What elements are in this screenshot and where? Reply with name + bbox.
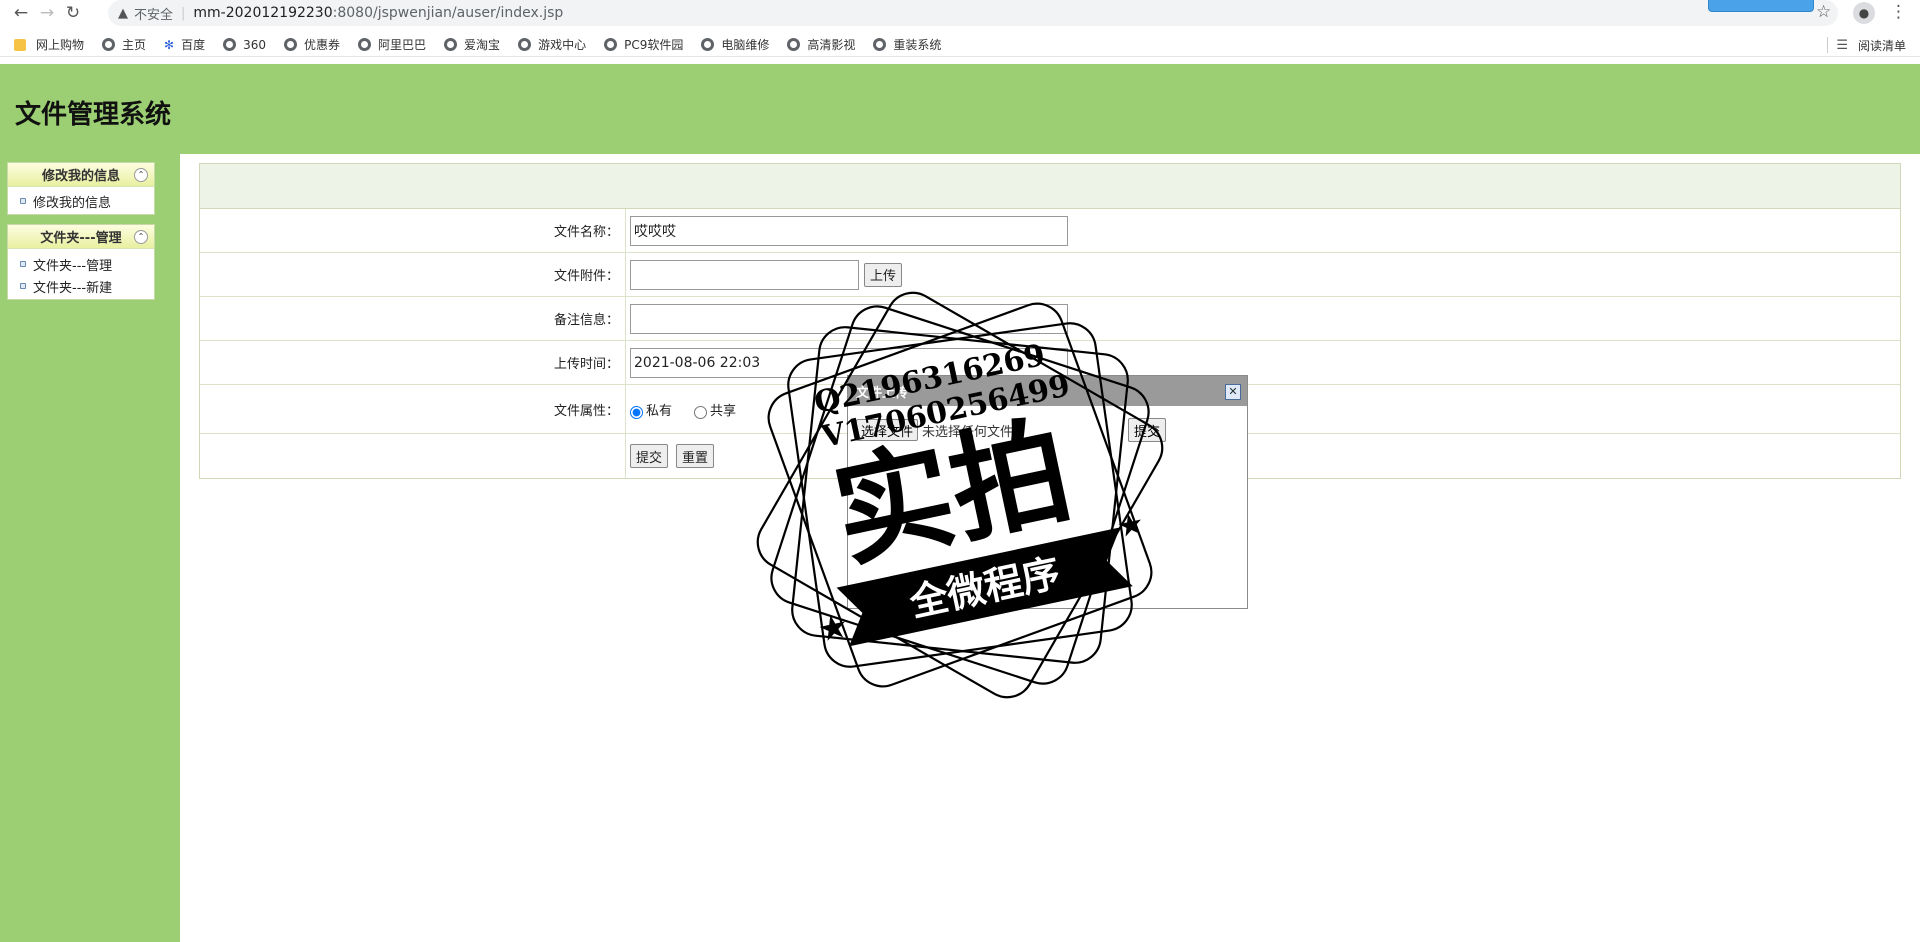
collapse-chevron-up-icon[interactable]: ⌃	[134, 230, 148, 244]
file-name-label: 文件名称：	[200, 209, 626, 252]
radio-shared-input[interactable]	[694, 405, 708, 419]
panel-header[interactable]: 文件夹---管理 ⌃	[8, 225, 154, 249]
radio-private-input[interactable]	[630, 405, 643, 419]
bookmark-item[interactable]: PC9软件园	[604, 36, 683, 53]
forward-arrow-icon[interactable]: →	[34, 0, 60, 26]
reload-icon[interactable]: ↻	[60, 0, 86, 26]
insecure-label: 不安全	[134, 7, 174, 23]
extension-badge[interactable]	[1708, 0, 1814, 12]
globe-icon	[358, 38, 372, 51]
form-row-attachment: 文件附件： 上传	[200, 253, 1900, 297]
bookmarks-bar: 网上购物 主页 ✻ 百度 360 优惠券 阿里巴巴 爱淘宝 游戏中心 PC9软件园…	[0, 33, 1920, 57]
form-row-note: 备注信息：	[200, 297, 1900, 341]
file-status-text: 未选择任何文件	[922, 424, 1014, 440]
bookmark-item[interactable]: 360	[223, 38, 266, 52]
form-header	[200, 164, 1900, 209]
browser-toolbar: ← → ↻ ▲ 不安全 | mm-202012192230:8080/jspwe…	[0, 0, 1920, 26]
sidebar-panel-folders: 文件夹---管理 ⌃ 文件夹---管理 文件夹---新建	[7, 224, 155, 300]
bookmarks-divider	[1827, 37, 1828, 53]
actions-label-cell	[200, 434, 626, 478]
page-title: 文件管理系统	[15, 100, 172, 130]
file-attachment-label: 文件附件：	[200, 253, 626, 296]
radio-shared[interactable]: 共享	[694, 400, 736, 419]
note-input[interactable]	[630, 303, 1068, 334]
bullet-icon	[20, 283, 26, 289]
panel-title: 修改我的信息	[41, 169, 120, 184]
bookmark-item[interactable]: 优惠券	[284, 36, 340, 53]
file-name-input[interactable]	[630, 215, 1068, 246]
upload-time-input[interactable]	[630, 347, 1068, 378]
profile-avatar-icon[interactable]: ●	[1853, 2, 1875, 24]
app-header: 文件管理系统	[0, 64, 1920, 154]
reading-list-icon: ☰	[1836, 38, 1848, 53]
file-attribute-label: 文件属性：	[200, 385, 626, 433]
url-host: mm-202012192230	[193, 5, 333, 21]
radio-private[interactable]: 私有	[630, 400, 672, 419]
bookmark-item[interactable]: 阿里巴巴	[358, 36, 426, 53]
file-attachment-input[interactable]	[630, 259, 859, 290]
note-label: 备注信息：	[200, 297, 626, 340]
address-bar[interactable]: ▲ 不安全 | mm-202012192230:8080/jspwenjian/…	[108, 0, 1838, 26]
dialog-titlebar[interactable]: 文件上传 ✕	[848, 376, 1247, 406]
globe-icon	[518, 38, 532, 51]
bookmark-star-icon[interactable]: ☆	[1816, 2, 1831, 22]
paw-icon: ✻	[164, 37, 175, 52]
sidebar-item-edit-my-info[interactable]: 修改我的信息	[8, 190, 154, 212]
dialog-submit-button[interactable]: 提交	[1128, 418, 1167, 442]
globe-icon	[284, 38, 298, 51]
warning-icon: ▲	[118, 5, 128, 21]
dialog-title: 文件上传	[856, 385, 909, 401]
bookmark-item[interactable]: 主页	[102, 36, 146, 53]
bookmark-item[interactable]: 爱淘宝	[444, 36, 500, 53]
globe-icon	[873, 38, 887, 51]
globe-icon	[701, 38, 715, 51]
panel-header[interactable]: 修改我的信息 ⌃	[8, 163, 154, 187]
bookmark-item[interactable]: 电脑维修	[701, 36, 769, 53]
globe-icon	[102, 38, 116, 51]
globe-icon	[223, 38, 237, 51]
file-upload-dialog: 文件上传 ✕ 选择文件 未选择任何文件 提交	[847, 375, 1248, 609]
upload-time-label: 上传时间：	[200, 341, 626, 384]
bullet-icon	[20, 261, 26, 267]
reading-list-button[interactable]: ☰ 阅读清单	[1836, 37, 1906, 54]
bookmark-item[interactable]: 高清影视	[787, 36, 855, 53]
close-icon[interactable]: ✕	[1225, 384, 1241, 400]
bookmark-item[interactable]: ✻ 百度	[164, 36, 205, 53]
url-path: :8080/jspwenjian/auser/index.jsp	[332, 5, 564, 21]
collapse-chevron-up-icon[interactable]: ⌃	[134, 168, 148, 182]
panel-body: 文件夹---管理 文件夹---新建	[8, 249, 154, 299]
back-arrow-icon[interactable]: ←	[8, 0, 34, 26]
dialog-body: 选择文件 未选择任何文件 提交	[848, 406, 1247, 442]
bookmark-item[interactable]: 游戏中心	[518, 36, 586, 53]
choose-file-button[interactable]: 选择文件	[856, 419, 919, 441]
bookmark-item[interactable]: 重装系统	[873, 36, 941, 53]
form-row-name: 文件名称：	[200, 209, 1900, 253]
upload-button[interactable]: 上传	[864, 262, 903, 287]
globe-icon	[444, 38, 458, 51]
sidebar-item-folder-manage[interactable]: 文件夹---管理	[8, 253, 154, 275]
folder-icon	[14, 38, 26, 51]
bullet-icon	[20, 198, 26, 204]
reset-button[interactable]: 重置	[676, 444, 715, 468]
bookmark-item[interactable]: 网上购物	[14, 36, 84, 53]
globe-icon	[787, 38, 801, 51]
star-icon: ★	[814, 606, 852, 651]
url-separator: |	[181, 5, 186, 21]
sidebar: 修改我的信息 ⌃ 修改我的信息 文件夹---管理 ⌃ 文件夹---管理 文件夹-…	[0, 154, 180, 942]
submit-button[interactable]: 提交	[630, 444, 669, 468]
globe-icon	[604, 38, 618, 51]
url-text: mm-202012192230:8080/jspwenjian/auser/in…	[193, 5, 563, 21]
sidebar-panel-profile: 修改我的信息 ⌃ 修改我的信息	[7, 162, 155, 215]
kebab-menu-icon[interactable]: ⋮	[1890, 2, 1907, 22]
panel-body: 修改我的信息	[8, 187, 154, 214]
sidebar-item-folder-new[interactable]: 文件夹---新建	[8, 275, 154, 297]
panel-title: 文件夹---管理	[40, 231, 122, 246]
